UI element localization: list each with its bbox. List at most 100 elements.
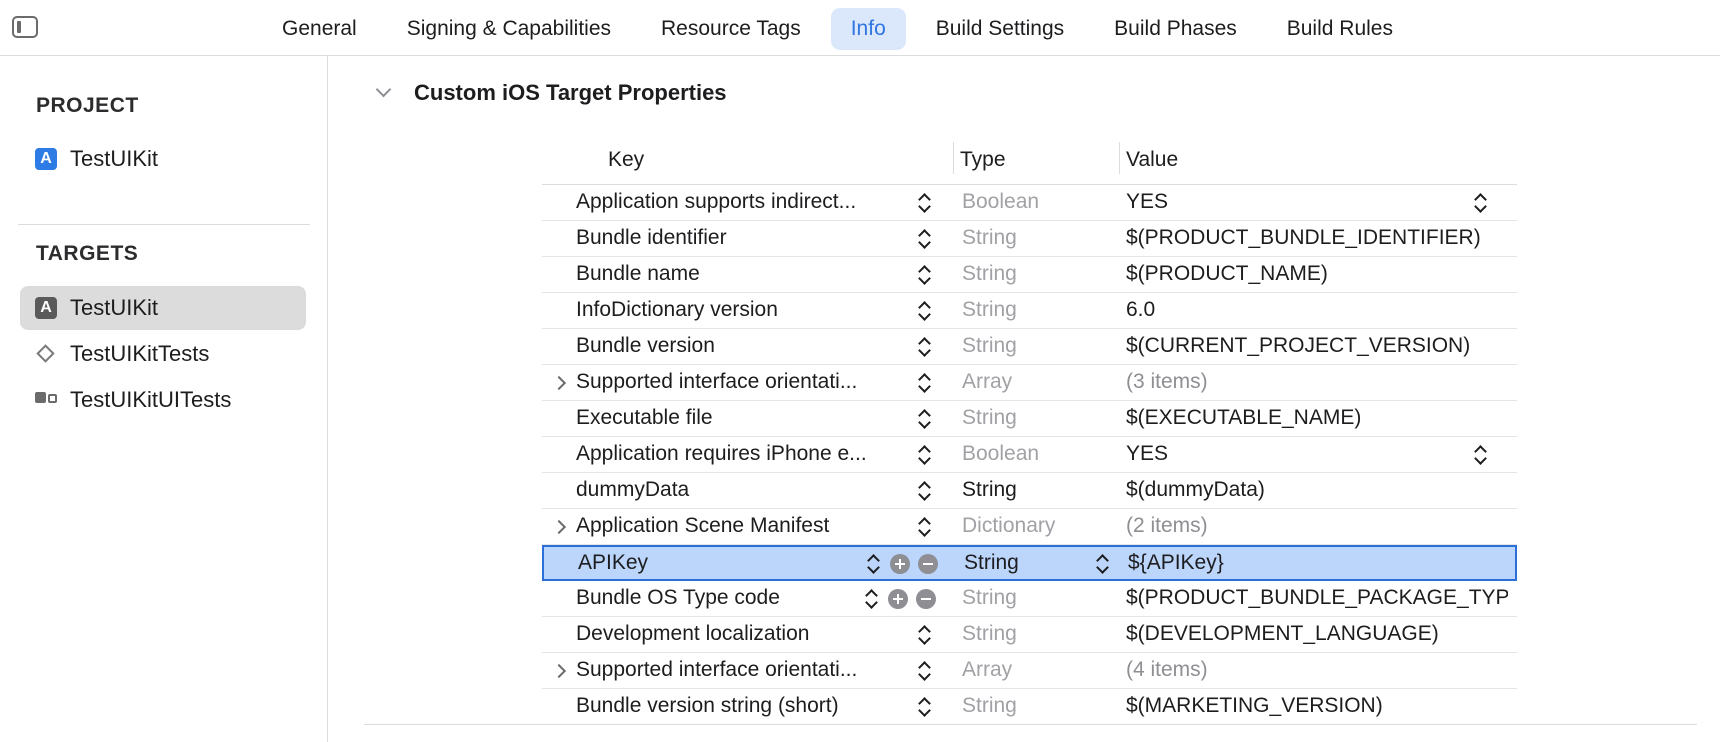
- row-type[interactable]: String: [962, 694, 1112, 718]
- row-value[interactable]: $(CURRENT_PROJECT_VERSION): [1126, 334, 1508, 358]
- chevron-updown-icon[interactable]: [867, 554, 879, 574]
- row-key[interactable]: Bundle version: [576, 334, 906, 358]
- sidebar-item-target-testuikittests[interactable]: TestUIKitTests: [20, 332, 306, 376]
- row-key[interactable]: Application Scene Manifest: [576, 514, 906, 538]
- tab-resource-tags[interactable]: Resource Tags: [641, 8, 821, 50]
- chevron-updown-icon[interactable]: [918, 445, 930, 465]
- row-type[interactable]: Boolean: [962, 190, 1112, 214]
- table-row[interactable]: Application requires iPhone e... Boolean…: [542, 437, 1517, 473]
- table-row[interactable]: Bundle identifier String $(PRODUCT_BUNDL…: [542, 221, 1517, 257]
- chevron-updown-icon[interactable]: [918, 301, 930, 321]
- table-row[interactable]: Supported interface orientati... Array (…: [542, 653, 1517, 689]
- row-value[interactable]: $(dummyData): [1126, 478, 1508, 502]
- chevron-updown-icon[interactable]: [918, 661, 930, 681]
- row-type[interactable]: String: [962, 334, 1112, 358]
- row-value[interactable]: YES: [1126, 190, 1508, 214]
- row-value[interactable]: 6.0: [1126, 298, 1508, 322]
- chevron-updown-icon[interactable]: [918, 697, 930, 717]
- row-value[interactable]: $(PRODUCT_BUNDLE_IDENTIFIER): [1126, 226, 1508, 250]
- row-value[interactable]: (3 items): [1126, 370, 1508, 394]
- row-type[interactable]: String: [962, 298, 1112, 322]
- row-key[interactable]: Application supports indirect...: [576, 190, 906, 214]
- table-row[interactable]: Bundle OS Type code String $(PRODUCT_BUN…: [542, 581, 1517, 617]
- row-type[interactable]: Array: [962, 370, 1112, 394]
- row-type[interactable]: String: [962, 586, 1112, 610]
- table-row[interactable]: Development localization String $(DEVELO…: [542, 617, 1517, 653]
- tab-build-phases[interactable]: Build Phases: [1094, 8, 1257, 50]
- row-key[interactable]: APIKey: [578, 551, 908, 575]
- row-key[interactable]: Application requires iPhone e...: [576, 442, 906, 466]
- chevron-updown-icon[interactable]: [918, 373, 930, 393]
- remove-row-icon[interactable]: [918, 554, 938, 574]
- chevron-updown-icon[interactable]: [1096, 554, 1108, 574]
- row-value[interactable]: $(EXECUTABLE_NAME): [1126, 406, 1508, 430]
- tab-build-rules[interactable]: Build Rules: [1267, 8, 1413, 50]
- sidebar-item-project[interactable]: TestUIKit: [20, 137, 306, 181]
- chevron-updown-icon[interactable]: [918, 193, 930, 213]
- row-key[interactable]: Supported interface orientati...: [576, 658, 906, 682]
- remove-row-icon[interactable]: [916, 589, 936, 609]
- disclosure-triangle-icon[interactable]: [551, 519, 567, 535]
- tab-build-settings[interactable]: Build Settings: [916, 8, 1084, 50]
- row-key[interactable]: Bundle identifier: [576, 226, 906, 250]
- tab-signing-capabilities[interactable]: Signing & Capabilities: [387, 8, 631, 50]
- row-type[interactable]: String: [962, 226, 1112, 250]
- row-key[interactable]: Bundle OS Type code: [576, 586, 906, 610]
- row-key[interactable]: InfoDictionary version: [576, 298, 906, 322]
- chevron-updown-icon[interactable]: [918, 229, 930, 249]
- table-row[interactable]: Application supports indirect... Boolean…: [542, 185, 1517, 221]
- row-type[interactable]: String: [962, 478, 1112, 502]
- column-separator[interactable]: [953, 142, 954, 174]
- add-row-icon[interactable]: [890, 554, 910, 574]
- chevron-updown-icon[interactable]: [918, 409, 930, 429]
- row-value[interactable]: (2 items): [1126, 514, 1508, 538]
- column-header-type[interactable]: Type: [960, 148, 1006, 172]
- disclosure-triangle-icon[interactable]: [551, 663, 567, 679]
- row-value[interactable]: YES: [1126, 442, 1508, 466]
- row-type[interactable]: String: [962, 262, 1112, 286]
- chevron-updown-icon[interactable]: [918, 337, 930, 357]
- row-type[interactable]: Boolean: [962, 442, 1112, 466]
- chevron-updown-icon[interactable]: [918, 265, 930, 285]
- row-type[interactable]: String: [962, 622, 1112, 646]
- row-value[interactable]: (4 items): [1126, 658, 1508, 682]
- row-key[interactable]: dummyData: [576, 478, 906, 502]
- add-row-icon[interactable]: [888, 589, 908, 609]
- table-row-selected[interactable]: APIKey String ${APIKey}: [542, 545, 1517, 581]
- column-separator[interactable]: [1119, 142, 1120, 174]
- table-row[interactable]: Application Scene Manifest Dictionary (2…: [542, 509, 1517, 545]
- table-row[interactable]: dummyData String $(dummyData): [542, 473, 1517, 509]
- row-value[interactable]: ${APIKey}: [1128, 551, 1510, 575]
- row-type[interactable]: Array: [962, 658, 1112, 682]
- sidebar-toggle-icon[interactable]: [12, 16, 38, 38]
- chevron-updown-icon[interactable]: [1474, 193, 1486, 213]
- table-row[interactable]: Bundle name String $(PRODUCT_NAME): [542, 257, 1517, 293]
- chevron-updown-icon[interactable]: [918, 517, 930, 537]
- table-row[interactable]: Bundle version string (short) String $(M…: [542, 689, 1517, 724]
- disclosure-triangle-icon[interactable]: [551, 375, 567, 391]
- table-row[interactable]: Bundle version String $(CURRENT_PROJECT_…: [542, 329, 1517, 365]
- tab-info[interactable]: Info: [830, 8, 906, 50]
- table-row[interactable]: Executable file String $(EXECUTABLE_NAME…: [542, 401, 1517, 437]
- tab-general[interactable]: General: [262, 8, 377, 50]
- row-key[interactable]: Bundle version string (short): [576, 694, 906, 718]
- chevron-updown-icon[interactable]: [1474, 445, 1486, 465]
- sidebar-item-target-testuikituitests[interactable]: TestUIKitUITests: [20, 378, 306, 422]
- row-type[interactable]: Dictionary: [962, 514, 1112, 538]
- sidebar-item-target-testuikit[interactable]: TestUIKit: [20, 286, 306, 330]
- table-row[interactable]: Supported interface orientati... Array (…: [542, 365, 1517, 401]
- row-value[interactable]: $(PRODUCT_BUNDLE_PACKAGE_TYPE): [1126, 586, 1508, 610]
- row-key[interactable]: Bundle name: [576, 262, 906, 286]
- row-key[interactable]: Supported interface orientati...: [576, 370, 906, 394]
- chevron-updown-icon[interactable]: [865, 589, 877, 609]
- row-key[interactable]: Executable file: [576, 406, 906, 430]
- chevron-updown-icon[interactable]: [918, 481, 930, 501]
- column-header-key[interactable]: Key: [608, 148, 644, 172]
- row-value[interactable]: $(MARKETING_VERSION): [1126, 694, 1508, 718]
- column-header-value[interactable]: Value: [1126, 148, 1178, 172]
- chevron-updown-icon[interactable]: [918, 625, 930, 645]
- row-value[interactable]: $(PRODUCT_NAME): [1126, 262, 1508, 286]
- table-row[interactable]: InfoDictionary version String 6.0: [542, 293, 1517, 329]
- row-type[interactable]: String: [962, 406, 1112, 430]
- row-key[interactable]: Development localization: [576, 622, 906, 646]
